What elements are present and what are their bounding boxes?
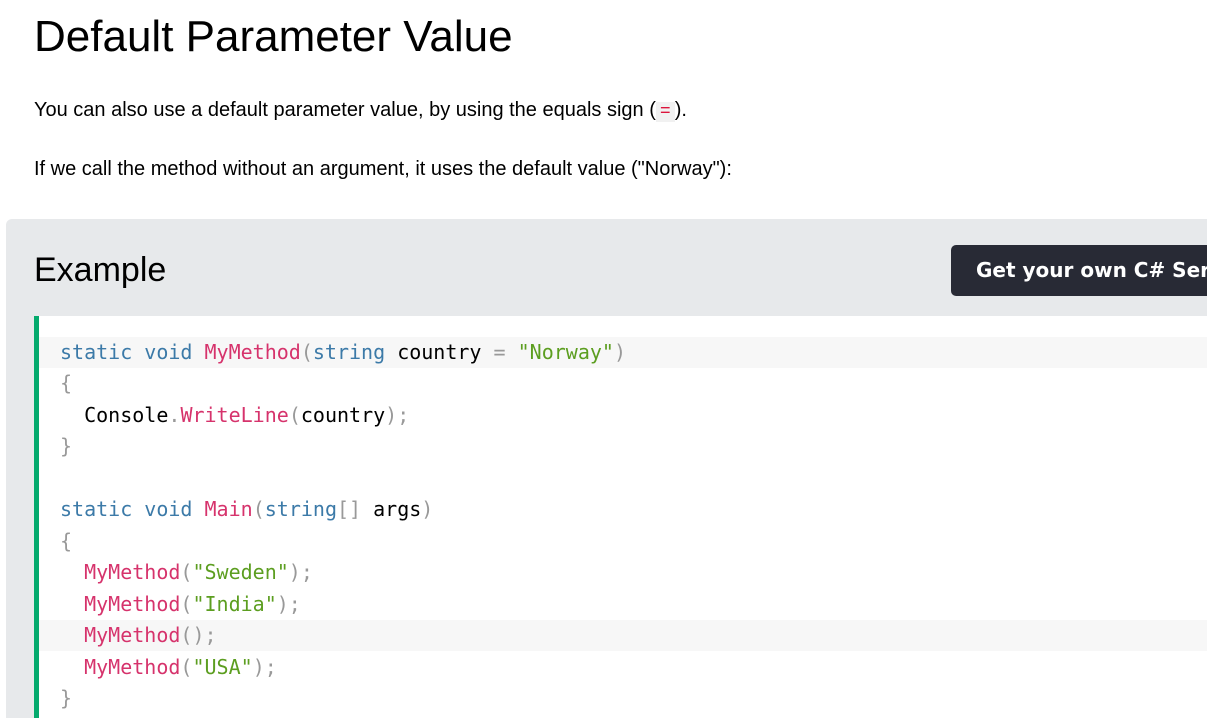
code-line: static void Main(string[] args) [39,494,1207,525]
code-token: MyMethod [84,560,181,584]
code-token: } [60,434,73,458]
code-line: { [39,368,1207,399]
code-line: } [39,683,1207,714]
code-token: "Norway" [517,340,614,364]
code-token: "Sweden" [192,560,289,584]
code-token: "USA" [192,655,253,679]
code-token: ( [300,340,313,364]
code-token: ) [613,340,626,364]
code-token: ( [288,403,301,427]
code-token: "India" [192,592,277,616]
intro-paragraph: You can also use a default parameter val… [34,97,687,125]
code-line: MyMethod("USA"); [39,652,1207,683]
code-line: Console.WriteLine(country); [39,400,1207,431]
code-token: ); [288,560,313,584]
code-line: { [39,526,1207,557]
code-token: ( [252,497,265,521]
code-block: static void MyMethod(string country = "N… [34,316,1207,718]
code-token: args [373,497,422,521]
get-server-button[interactable]: Get your own C# Server [951,245,1207,296]
code-token: country [300,403,386,427]
code-token: { [60,371,73,395]
code-line: MyMethod("India"); [39,589,1207,620]
code-token: } [60,686,73,710]
code-token: MyMethod [84,655,181,679]
code-token: ( [180,560,193,584]
code-token: ( [180,592,193,616]
code-token: { [60,529,73,553]
code-token: = [493,340,506,364]
page-title: Default Parameter Value [34,12,513,61]
equals-sign-code: = [655,102,675,122]
code-token: country [397,340,482,364]
code-token: (); [180,623,217,647]
code-line: MyMethod("Sweden"); [39,557,1207,588]
code-line: MyMethod(); [39,620,1207,651]
code-token: . [168,403,181,427]
intro-text-end: ). [674,99,687,121]
code-token: WriteLine [180,403,289,427]
code-token: static [60,497,133,521]
code-line: } [39,431,1207,462]
code-token: string [312,340,386,364]
code-token: Console [84,403,169,427]
example-box: Example Get your own C# Server static vo… [6,219,1207,718]
code-token: string [264,497,337,521]
code-line: static void MyMethod(string country = "N… [39,337,1207,368]
code-token: ( [180,655,193,679]
code-token: MyMethod [204,340,301,364]
code-token: static [60,340,133,364]
code-token: [] [336,497,362,521]
code-token: MyMethod [84,623,181,647]
code-token: ); [276,592,301,616]
example-heading: Example [34,251,167,289]
default-value-paragraph: If we call the method without an argumen… [34,158,732,180]
code-token: Main [204,497,253,521]
code-token: MyMethod [84,592,181,616]
code-token: void [144,340,193,364]
intro-text: You can also use a default parameter val… [34,99,656,121]
code-token: ); [385,403,410,427]
code-token: ) [421,497,434,521]
code-token: ); [252,655,277,679]
code-token: void [144,497,193,521]
